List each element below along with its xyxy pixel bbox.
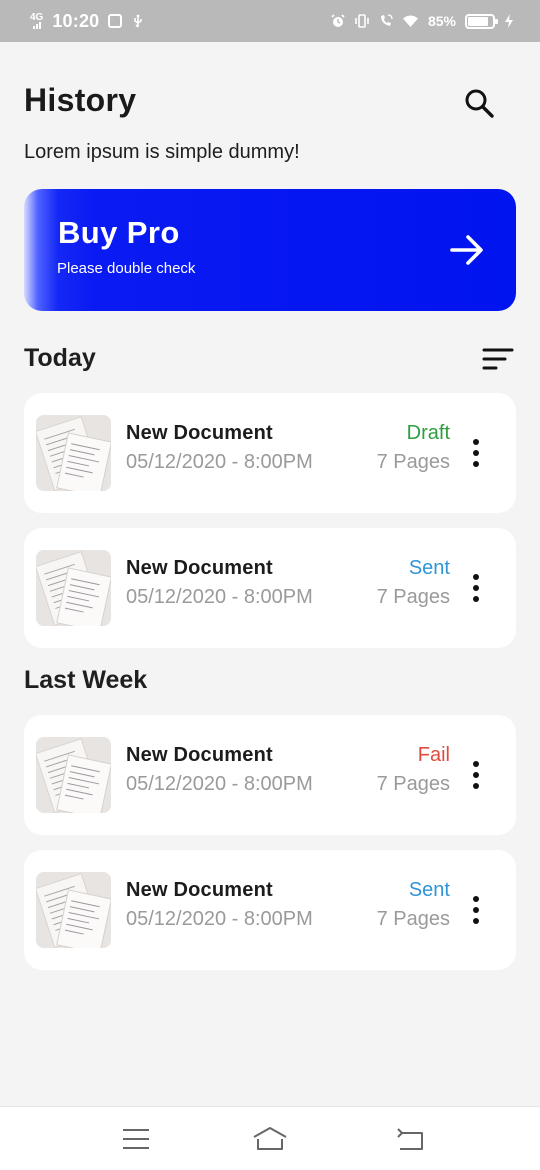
document-name: New Document xyxy=(126,744,273,766)
document-status: Fail xyxy=(417,744,450,766)
battery-percent: 85% xyxy=(427,13,456,29)
document-card[interactable]: New Document 05/12/2020 - 8:00PM Fail 7 … xyxy=(24,715,516,835)
page-subtitle: Lorem ipsum is simple dummy! xyxy=(24,141,300,163)
more-options-icon[interactable] xyxy=(470,896,482,924)
document-pages: 7 Pages xyxy=(376,586,450,608)
network-type: 4G xyxy=(30,12,44,23)
sim-badge-icon xyxy=(108,14,123,28)
usb-icon xyxy=(134,14,143,28)
search-button[interactable] xyxy=(462,86,496,120)
document-card[interactable]: New Document 05/12/2020 - 8:00PM Sent 7 … xyxy=(24,850,516,970)
document-status: Sent xyxy=(408,557,450,579)
document-pages: 7 Pages xyxy=(376,908,450,930)
network-indicator: 4G xyxy=(30,13,43,29)
document-thumbnail xyxy=(36,415,111,491)
document-status: Sent xyxy=(408,879,450,901)
promo-title: Buy Pro xyxy=(58,215,180,250)
document-name: New Document xyxy=(126,422,273,444)
document-date: 05/12/2020 - 8:00PM xyxy=(126,908,313,930)
vibrate-icon xyxy=(355,14,369,28)
document-thumbnail xyxy=(36,872,111,948)
status-right: 85% xyxy=(331,13,514,29)
document-thumbnail xyxy=(36,737,111,813)
document-card[interactable]: New Document 05/12/2020 - 8:00PM Draft 7… xyxy=(24,393,516,513)
promo-subtitle: Please double check xyxy=(57,260,196,277)
signal-icon xyxy=(32,22,41,29)
sort-button[interactable] xyxy=(481,346,515,372)
more-options-icon[interactable] xyxy=(470,761,482,789)
charging-icon xyxy=(505,14,513,28)
document-date: 05/12/2020 - 8:00PM xyxy=(126,586,313,608)
section-title-today: Today xyxy=(24,344,96,372)
battery-level xyxy=(468,16,489,26)
alarm-icon xyxy=(331,14,345,27)
document-pages: 7 Pages xyxy=(376,773,450,795)
page-title: History xyxy=(24,82,137,118)
document-name: New Document xyxy=(126,557,273,579)
sort-icon xyxy=(482,348,514,370)
menu-icon[interactable] xyxy=(118,1125,154,1153)
back-icon[interactable] xyxy=(394,1125,430,1153)
battery-icon xyxy=(465,13,498,29)
arrow-right-icon[interactable] xyxy=(448,231,486,269)
more-options-icon[interactable] xyxy=(470,574,482,602)
wifi-icon xyxy=(402,15,418,27)
home-icon[interactable] xyxy=(252,1125,288,1153)
document-status: Draft xyxy=(406,422,450,444)
document-thumbnail xyxy=(36,550,111,626)
document-date: 05/12/2020 - 8:00PM xyxy=(126,773,313,795)
document-name: New Document xyxy=(126,879,273,901)
status-time: 10:20 xyxy=(52,10,100,31)
status-left: 4G 10:20 xyxy=(30,11,145,32)
section-title-last-week: Last Week xyxy=(24,666,148,694)
more-options-icon[interactable] xyxy=(470,439,482,467)
system-nav-bar xyxy=(0,1106,540,1170)
document-pages: 7 Pages xyxy=(376,451,450,473)
document-date: 05/12/2020 - 8:00PM xyxy=(126,451,313,473)
wifi-calling-icon xyxy=(380,14,393,26)
status-bar: 4G 10:20 85% xyxy=(0,0,540,42)
search-icon xyxy=(465,89,494,118)
buy-pro-banner[interactable]: Buy Pro Please double check xyxy=(24,189,516,311)
document-card[interactable]: New Document 05/12/2020 - 8:00PM Sent 7 … xyxy=(24,528,516,648)
